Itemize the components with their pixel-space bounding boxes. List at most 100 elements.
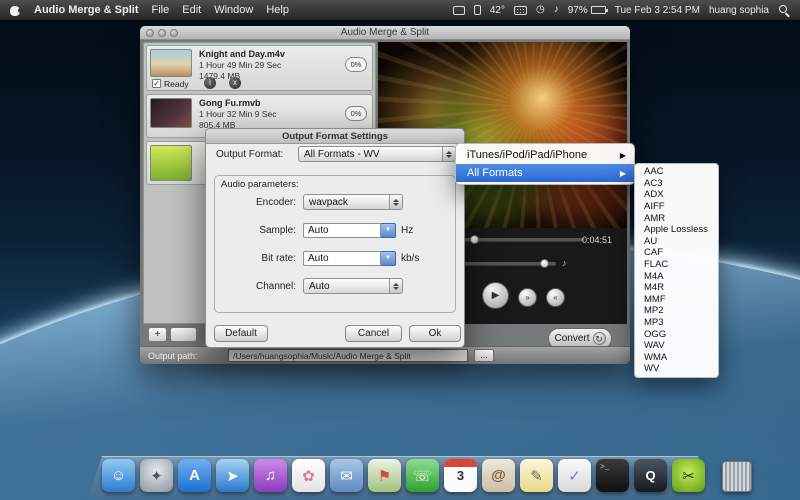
output-format-popup[interactable]: All Formats - WV	[298, 146, 456, 162]
keyboard-icon[interactable]	[513, 5, 527, 15]
submenu-item-apple-lossless[interactable]: Apple Lossless	[635, 224, 718, 236]
next-button[interactable]: »	[518, 288, 537, 307]
submenu-item-ac3[interactable]: AC3	[635, 178, 718, 190]
quicktime-icon[interactable]: Q	[634, 459, 667, 492]
safari-icon[interactable]: ➤	[216, 459, 249, 492]
submenu-item-au[interactable]: AU	[635, 236, 718, 248]
submenu-item-mp2[interactable]: MP2	[635, 305, 718, 317]
submenu-item-caf[interactable]: CAF	[635, 247, 718, 259]
finder-icon[interactable]: ☺	[102, 459, 135, 492]
cancel-button[interactable]: Cancel	[345, 325, 402, 342]
seek-knob[interactable]	[470, 235, 479, 244]
submenu-item-amr[interactable]: AMR	[635, 212, 718, 224]
submenu-item-m4r[interactable]: M4R	[635, 282, 718, 294]
submenu-item-aiff[interactable]: AIFF	[635, 201, 718, 213]
bluetooth-icon[interactable]	[473, 5, 481, 15]
info-button[interactable]: i	[204, 77, 216, 89]
convert-label: Convert	[554, 333, 590, 344]
group-label: Audio parameters:	[221, 179, 299, 190]
dock: ☺ ✦ A ➤ ♫ ✿ ✉ ⚑ ☏ 3 @ ✎ ✓ >_ Q ✂	[88, 450, 752, 500]
volume-icon[interactable]: ♪	[554, 5, 559, 15]
calendar-icon[interactable]: 3	[444, 459, 477, 492]
datetime-status[interactable]: Tue Feb 3 2:54 PM	[615, 5, 700, 16]
apple-menu-icon[interactable]	[10, 4, 23, 16]
facetime-icon[interactable]: ☏	[406, 459, 439, 492]
submenu-item-wv[interactable]: WV	[635, 363, 718, 375]
submenu-item-wma[interactable]: WMA	[635, 352, 718, 364]
traffic-lights	[146, 29, 178, 37]
ok-button[interactable]: Ok	[409, 325, 461, 342]
photos-icon[interactable]: ✿	[292, 459, 325, 492]
zoom-window-button[interactable]	[170, 29, 178, 37]
sample-dropdown-button[interactable]: ▼	[381, 222, 396, 238]
menu-help[interactable]: Help	[266, 4, 289, 16]
play-button[interactable]: ▶	[482, 282, 509, 309]
progress-badge: 0%	[345, 106, 367, 121]
contacts-icon[interactable]: @	[482, 459, 515, 492]
sample-input[interactable]: Auto	[303, 222, 381, 238]
output-path-field[interactable]: /Users/huangsophia/Music/Audio Merge & S…	[228, 349, 468, 362]
remove-file-button[interactable]: x	[229, 77, 241, 89]
previous-button[interactable]: «	[546, 288, 565, 307]
trash-icon[interactable]	[722, 461, 752, 492]
volume-note-icon: ♪	[562, 258, 567, 268]
battery-status[interactable]: 97%	[567, 4, 608, 16]
battery-percent: 97%	[567, 4, 588, 16]
maps-icon[interactable]: ⚑	[368, 459, 401, 492]
display-icon[interactable]	[452, 5, 465, 15]
submenu-item-m4a[interactable]: M4A	[635, 270, 718, 282]
spotlight-icon[interactable]	[778, 4, 790, 16]
submenu-item-wav[interactable]: WAV	[635, 340, 718, 352]
menu-item-all-formats[interactable]: All Formats ▶	[456, 164, 634, 182]
audio-merge-split-icon[interactable]: ✂	[672, 459, 705, 492]
volume-knob[interactable]	[540, 259, 549, 268]
encoder-label: Encoder:	[255, 196, 296, 208]
browse-button[interactable]: ...	[474, 349, 494, 362]
add-file-button[interactable]: +	[148, 327, 167, 342]
itunes-icon[interactable]: ♫	[254, 459, 287, 492]
submenu-arrow-icon: ▶	[619, 150, 626, 160]
file-name: Knight and Day.m4v	[199, 49, 285, 59]
file-name: Gong Fu.rmvb	[199, 98, 261, 108]
submenu-item-mp3[interactable]: MP3	[635, 317, 718, 329]
mail-icon[interactable]: ✉	[330, 459, 363, 492]
bitrate-dropdown-button[interactable]: ▼	[381, 250, 396, 266]
sample-label: Sample:	[259, 224, 296, 236]
app-store-icon[interactable]: A	[178, 459, 211, 492]
submenu-item-adx[interactable]: ADX	[635, 189, 718, 201]
menu-file[interactable]: File	[152, 4, 170, 16]
output-format-label: Output Format:	[216, 149, 284, 160]
submenu-item-mmf[interactable]: MMF	[635, 294, 718, 306]
output-bar: Output path: /Users/huangsophia/Music/Au…	[140, 346, 630, 364]
ready-label: Ready	[164, 79, 189, 89]
submenu-item-flac[interactable]: FLAC	[635, 259, 718, 271]
status-menus: 42° ◷ ♪ 97% Tue Feb 3 2:54 PM huang soph…	[452, 4, 790, 16]
menu-window[interactable]: Window	[214, 4, 253, 16]
user-menu[interactable]: huang sophia	[709, 5, 769, 16]
submenu-item-aac[interactable]: AAC	[635, 166, 718, 178]
minimize-window-button[interactable]	[158, 29, 166, 37]
notes-icon[interactable]: ✎	[520, 459, 553, 492]
sample-unit: Hz	[401, 224, 414, 236]
menu-item-label: iTunes/iPod/iPad/iPhone	[467, 149, 588, 161]
encoder-popup[interactable]: wavpack	[303, 194, 403, 210]
ready-checkbox[interactable]: ✓	[152, 79, 161, 88]
submenu-item-ogg[interactable]: OGG	[635, 328, 718, 340]
close-window-button[interactable]	[146, 29, 154, 37]
remove-button[interactable]	[170, 327, 197, 342]
channel-popup[interactable]: Auto	[303, 278, 403, 294]
bitrate-input[interactable]: Auto	[303, 250, 381, 266]
reminders-icon[interactable]: ✓	[558, 459, 591, 492]
launchpad-icon[interactable]: ✦	[140, 459, 173, 492]
default-button[interactable]: Default	[214, 325, 268, 342]
file-list-item[interactable]: Knight and Day.m4v 1 Hour 49 Min 29 Sec …	[146, 45, 373, 91]
menu-bar: Audio Merge & Split File Edit Window Hel…	[0, 0, 800, 20]
clock-icon[interactable]: ◷	[536, 5, 545, 15]
terminal-icon[interactable]: >_	[596, 459, 629, 492]
temperature-status[interactable]: 42°	[490, 5, 505, 16]
menu-edit[interactable]: Edit	[182, 4, 201, 16]
menu-item-itunes[interactable]: iTunes/iPod/iPad/iPhone ▶	[456, 146, 634, 164]
app-menu[interactable]: Audio Merge & Split	[34, 4, 139, 16]
encoder-value: wavpack	[309, 196, 348, 208]
channel-label: Channel:	[255, 280, 296, 292]
